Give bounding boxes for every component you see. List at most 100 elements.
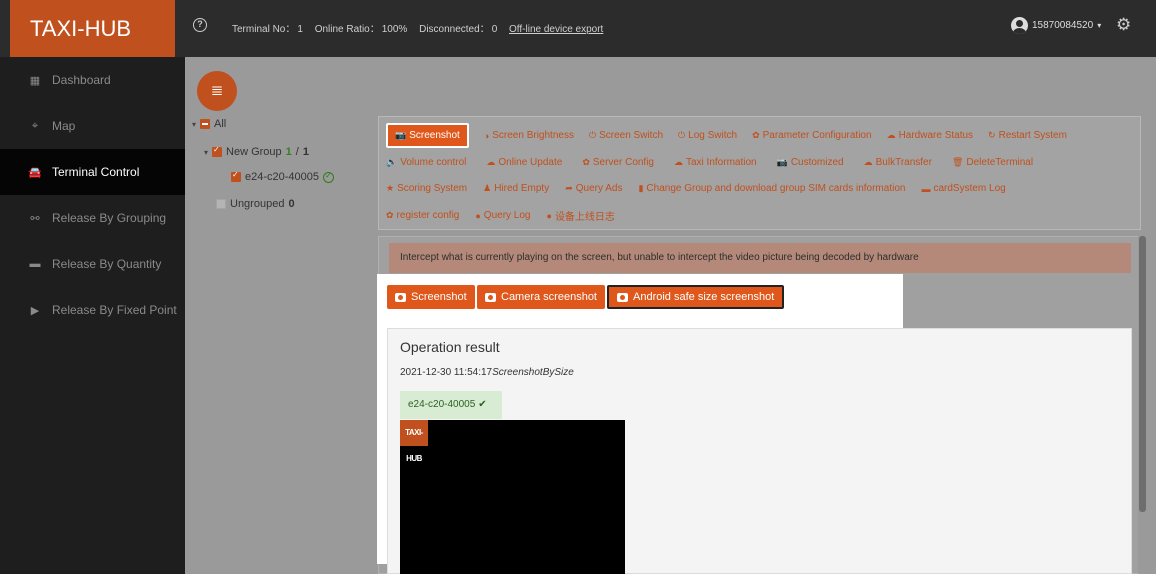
sidebar-item-label: Release By Quantity <box>52 257 162 271</box>
volume-icon: 🔈 <box>386 157 398 167</box>
checkbox-all[interactable] <box>200 119 211 129</box>
function-panel: 📷 Screenshot ◑ Screen Brightness ⏻ Screen S… <box>378 116 1141 230</box>
func-label: DeleteTerminal <box>966 157 1034 168</box>
screenshot-button[interactable]: Screenshot <box>387 285 475 309</box>
func-taxi-information[interactable]: ☁ Taxi Information <box>674 157 757 168</box>
dashboard-icon: ▦ <box>29 74 41 87</box>
func-delete-terminal[interactable]: 🗑 DeleteTerminal <box>952 157 1033 168</box>
func-card-system-log[interactable]: ▬ cardSystem Log <box>921 183 1005 194</box>
terminal-label: Terminal No： <box>232 24 296 35</box>
func-device-online-log[interactable]: ● 设备上线日志 <box>547 208 615 224</box>
func-server-config[interactable]: ✿ Server Config <box>582 157 654 168</box>
func-log-switch[interactable]: ⏻ Log Switch <box>678 130 737 141</box>
func-restart-system[interactable]: ↻ Restart System <box>988 130 1067 141</box>
func-label: Screen Switch <box>599 130 664 141</box>
camera-icon <box>485 292 496 302</box>
func-label: Volume control <box>400 157 467 168</box>
button-label: Android safe size screenshot <box>633 291 775 303</box>
sidebar-item-terminal-control[interactable]: 🚘 Terminal Control <box>0 149 185 195</box>
cog-icon: ✿ <box>386 210 394 220</box>
power-icon: ⏻ <box>678 130 686 140</box>
scrollbar-thumb[interactable] <box>1139 236 1146 512</box>
func-query-ads[interactable]: ➦ Query Ads <box>565 183 622 194</box>
function-row-4: ✿ register config ● Query Log ● 设备上线日志 <box>386 208 615 223</box>
gear-icon[interactable]: ⚙ <box>1116 15 1131 35</box>
sidebar-item-label: Map <box>52 119 76 133</box>
func-change-group[interactable]: ▮ Change Group and download group SIM car… <box>638 183 905 194</box>
func-hired-empty[interactable]: ♟ Hired Empty <box>483 183 549 194</box>
screenshot-image[interactable]: TAXI-HUB <box>400 420 625 574</box>
device-result-tag[interactable]: e24-c20-40005 ✔ <box>400 391 502 419</box>
refresh-icon: ↻ <box>988 130 996 140</box>
power-icon: ⏻ <box>588 130 597 140</box>
func-screenshot[interactable]: 📷 Screenshot <box>386 123 469 148</box>
sidebar-item-dashboard[interactable]: ▦ Dashboard <box>0 57 185 103</box>
function-row-3: ★ Scoring System ♟ Hired Empty ➦ Query Ads … <box>386 183 1006 194</box>
sidebar-item-release-by-grouping[interactable]: ⚯ Release By Grouping <box>0 195 185 241</box>
pin-icon: ● <box>475 210 481 221</box>
func-online-update[interactable]: ☁ Online Update <box>486 157 562 168</box>
user-menu[interactable]: 15870084520 ▾ <box>1011 17 1101 34</box>
func-parameter-configuration[interactable]: ✿ Parameter Configuration <box>752 130 872 141</box>
offline-export-link[interactable]: Off-line device export <box>509 24 603 35</box>
tree-node-all[interactable]: ▾ All <box>192 118 226 130</box>
sidebar-item-release-by-quantity[interactable]: ▬ Release By Quantity <box>0 241 185 287</box>
func-label: Scoring System <box>397 183 468 194</box>
function-row-2: 🔈 Volume control ☁ Online Update ✿ Server C… <box>386 157 1033 168</box>
disconnected-label: Disconnected： <box>419 24 490 35</box>
sidebar: ▦ Dashboard ⌖ Map 🚘 Terminal Control ⚯ R… <box>0 57 185 574</box>
func-screen-switch[interactable]: ⏻ Screen Switch <box>589 130 663 141</box>
android-safe-screenshot-button[interactable]: Android safe size screenshot <box>607 285 785 309</box>
sidebar-item-release-by-fixed-point[interactable]: ▶ Release By Fixed Point <box>0 287 185 333</box>
menu-fab-button[interactable]: ≣ <box>197 71 237 111</box>
sidebar-item-label: Terminal Control <box>52 165 140 179</box>
camera-icon <box>617 292 628 302</box>
username: 15870084520 <box>1032 20 1094 31</box>
cog-icon: ✿ <box>752 130 760 140</box>
sidebar-item-label: Release By Grouping <box>52 211 167 225</box>
avatar-icon <box>1011 17 1028 34</box>
terminal-status: Terminal No： 1 Online Ratio： 100% Disconne… <box>232 20 603 35</box>
func-label: Taxi Information <box>686 157 757 168</box>
checkbox-ungrouped[interactable] <box>216 199 226 209</box>
func-label: Query Log <box>483 210 531 221</box>
func-query-log[interactable]: ● Query Log <box>475 208 530 223</box>
timestamp: 2021-12-30 11:54:17 <box>400 367 493 378</box>
func-hardware-status[interactable]: ☁ Hardware Status <box>887 130 973 141</box>
func-bulk-transfer[interactable]: ☁ BulkTransfer <box>864 157 932 168</box>
camera-screenshot-button[interactable]: Camera screenshot <box>477 285 605 309</box>
tree-node-ungrouped[interactable]: Ungrouped 0 <box>216 198 295 210</box>
func-customized[interactable]: 📷 Customized <box>777 157 844 168</box>
func-label: Screenshot <box>409 130 460 141</box>
caret-down-icon: ▾ <box>1097 21 1102 30</box>
tree-node-device[interactable]: e24-c20-40005 <box>231 170 335 183</box>
tree-node-group[interactable]: ▾ New Group 1/1 <box>204 145 309 158</box>
sidebar-item-map[interactable]: ⌖ Map <box>0 103 185 149</box>
button-label: Screenshot <box>411 291 467 303</box>
chevron-down-icon[interactable]: ▾ <box>204 148 208 157</box>
group-separator: / <box>295 146 299 158</box>
sidebar-item-label: Release By Fixed Point <box>52 303 177 317</box>
help-icon[interactable]: ? <box>193 18 207 32</box>
checkbox-group[interactable] <box>212 145 223 157</box>
device-name: e24-c20-40005 <box>245 171 320 183</box>
func-volume-control[interactable]: 🔈 Volume control <box>386 157 466 168</box>
chevron-down-icon[interactable]: ▾ <box>192 120 196 129</box>
func-screen-brightness[interactable]: ◑ Screen Brightness <box>484 130 574 141</box>
camera-icon: 📷 <box>395 130 407 140</box>
checkbox-device[interactable] <box>231 170 241 182</box>
function-row-1: 📷 Screenshot ◑ Screen Brightness ⏻ Screen S… <box>386 123 1067 148</box>
cloud-icon: ☁ <box>886 130 896 140</box>
notice-banner: Intercept what is currently playing on t… <box>389 243 1131 273</box>
group-icon: ⚯ <box>30 212 40 225</box>
trash-icon: 🗑 <box>951 157 964 167</box>
brand-logo[interactable]: TAXI-HUB <box>10 0 175 57</box>
online-ratio-value: 100% <box>381 24 408 35</box>
func-label: register config <box>396 210 460 221</box>
func-scoring-system[interactable]: ★ Scoring System <box>386 183 467 194</box>
screenshot-logo: TAXI-HUB <box>400 420 428 463</box>
user-icon: ♟ <box>483 183 492 193</box>
func-label: Screen Brightness <box>492 130 574 141</box>
func-register-config[interactable]: ✿ register config <box>386 208 459 223</box>
ungrouped-count: 0 <box>288 198 295 210</box>
